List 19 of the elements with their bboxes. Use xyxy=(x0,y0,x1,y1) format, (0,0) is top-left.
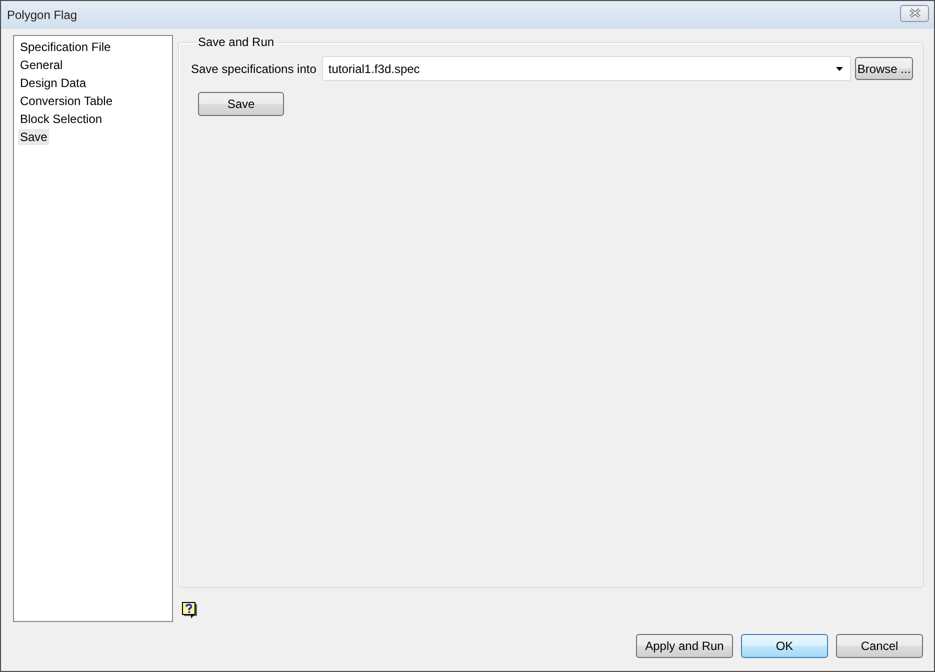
caret-icon xyxy=(836,66,843,70)
sidebar-item[interactable]: Design Data xyxy=(18,75,88,91)
sidebar-item[interactable]: Block Selection xyxy=(18,111,104,127)
window-title: Polygon Flag xyxy=(7,8,78,22)
sidebar-item[interactable]: General xyxy=(18,57,65,73)
help-icon[interactable] xyxy=(182,602,197,619)
sidebar-item[interactable]: Conversion Table xyxy=(18,93,115,109)
sidebar-item[interactable]: Specification File xyxy=(18,39,113,55)
dialog-button[interactable]: Apply and Run xyxy=(636,634,733,658)
close-button[interactable] xyxy=(900,4,929,22)
browse-button[interactable]: Browse ... xyxy=(855,57,913,80)
sidebar-item[interactable]: Save xyxy=(18,129,50,145)
file-combobox[interactable]: tutorial1.f3d.spec xyxy=(322,56,851,81)
dialog-button[interactable]: Cancel xyxy=(836,634,923,658)
dialog-button[interactable]: OK xyxy=(741,634,828,658)
field-label: Save specifications into xyxy=(191,62,316,76)
close-icon xyxy=(908,8,920,18)
group-title: Save and Run xyxy=(197,35,276,49)
save-button[interactable]: Save xyxy=(198,92,284,116)
